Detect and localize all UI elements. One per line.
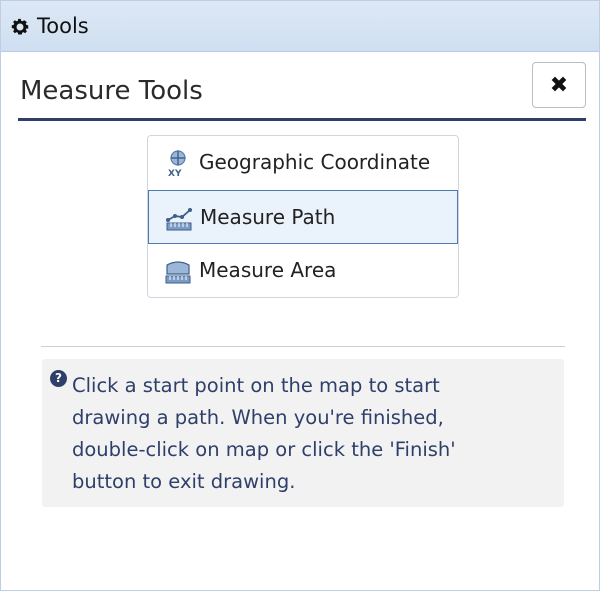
menu-item-label: Geographic Coordinate [199,150,431,174]
menu-item-label: Measure Path [200,205,336,229]
menu-item-label: Measure Area [199,258,337,282]
gear-icon [11,18,29,35]
help-text: Click a start point on the map to start … [72,374,456,493]
menu-item-geographic-coordinate[interactable]: XY Geographic Coordinate [148,136,458,190]
menu-item-measure-area[interactable]: Measure Area [148,244,458,298]
measure-tools-menu: XY Geographic Coordinate Measure Path Me… [147,135,459,298]
section-divider [41,346,565,347]
geographic-coordinate-icon: XY [168,150,186,177]
help-box: ? Click a start point on the map to star… [42,359,564,507]
menu-item-measure-path[interactable]: Measure Path [148,190,458,244]
measure-area-icon [165,261,191,284]
measure-path-icon [166,208,192,231]
panel-title: Measure Tools [20,76,203,106]
question-circle-icon: ? [50,370,67,387]
tools-panel: Tools Measure Tools ✖ XY Geographic Coor… [0,0,600,591]
title-underline [18,118,586,121]
close-button[interactable]: ✖ [532,62,586,108]
close-icon: ✖ [549,72,569,98]
svg-text:XY: XY [168,169,182,177]
window-title: Tools [37,14,89,38]
window-titlebar: Tools [1,1,599,52]
